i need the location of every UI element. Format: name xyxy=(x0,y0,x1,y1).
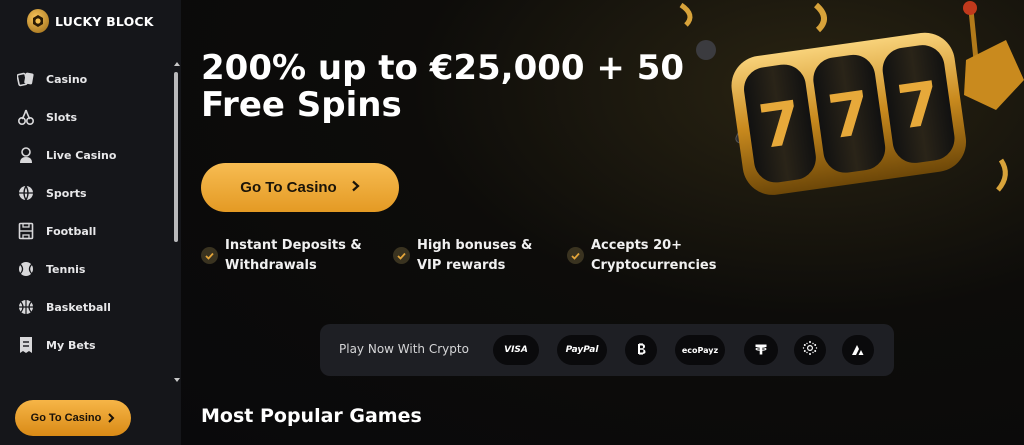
sidebar-item-label: Slots xyxy=(46,110,78,124)
football-pitch-icon xyxy=(16,221,36,241)
feature-line-1: Accepts 20+ xyxy=(591,238,683,253)
dealer-icon xyxy=(16,145,36,165)
paypal-logo-text: PayPal xyxy=(565,345,599,355)
sidebar-item-live-casino[interactable]: Live Casino xyxy=(0,136,172,174)
cards-icon xyxy=(16,69,36,89)
globe-icon xyxy=(16,183,36,203)
sidebar-go-to-casino-button[interactable]: Go To Casino xyxy=(15,400,131,436)
sidebar-nav: Casino Slots Live Casino Sports Football xyxy=(0,60,172,382)
feature-line-2: Cryptocurrencies xyxy=(591,258,717,273)
sidebar-item-casino[interactable]: Casino xyxy=(0,60,172,98)
feature-item: High bonuses & VIP rewards xyxy=(393,236,532,276)
bitcoin-icon xyxy=(635,341,647,360)
sidebar: LUCKY BLOCK Casino Slots Live Casino Spo… xyxy=(0,0,181,445)
sidebar-item-basketball[interactable]: Basketball xyxy=(0,288,172,326)
popular-games-title: Most Popular Games xyxy=(201,405,422,427)
feature-item: Accepts 20+ Cryptocurrencies xyxy=(567,236,716,276)
avalanche-pill[interactable] xyxy=(842,335,874,365)
avalanche-icon xyxy=(851,341,865,360)
sidebar-item-partial xyxy=(0,364,172,382)
bitcoin-pill[interactable] xyxy=(625,335,657,365)
tether-icon xyxy=(754,341,768,360)
hero-title-line-2: Free Spins xyxy=(201,85,402,126)
sidebar-item-sports[interactable]: Sports xyxy=(0,174,172,212)
chevron-right-icon xyxy=(107,411,115,426)
check-icon xyxy=(201,247,218,264)
cherries-icon xyxy=(16,107,36,127)
ecopayz-pill[interactable]: ecoPayz xyxy=(675,335,725,365)
feature-line-2: Withdrawals xyxy=(225,258,317,273)
chevron-right-icon xyxy=(351,180,360,195)
sidebar-item-label: Live Casino xyxy=(46,148,117,162)
partial-icon xyxy=(16,373,36,382)
cardano-pill[interactable] xyxy=(794,335,826,365)
hero-title: 200% up to €25,000 + 50 Free Spins xyxy=(201,48,721,126)
visa-pill[interactable]: VISA xyxy=(493,335,539,365)
feature-text: High bonuses & VIP rewards xyxy=(417,236,532,276)
cardano-icon xyxy=(802,340,818,360)
feature-text: Accepts 20+ Cryptocurrencies xyxy=(591,236,716,276)
check-icon xyxy=(567,247,584,264)
sidebar-item-label: Sports xyxy=(46,186,87,200)
scroll-down-arrow-icon[interactable] xyxy=(174,378,180,382)
logo[interactable]: LUCKY BLOCK xyxy=(27,9,154,33)
sidebar-item-label: My Bets xyxy=(46,338,96,352)
paypal-pill[interactable]: PayPal xyxy=(557,335,607,365)
go-to-casino-button[interactable]: Go To Casino xyxy=(201,163,399,212)
sidebar-item-slots[interactable]: Slots xyxy=(0,98,172,136)
tennis-ball-icon xyxy=(16,259,36,279)
sidebar-item-tennis[interactable]: Tennis xyxy=(0,250,172,288)
scrollbar-thumb[interactable] xyxy=(174,72,178,242)
feature-line-1: High bonuses & xyxy=(417,238,533,253)
go-to-casino-label: Go To Casino xyxy=(240,179,337,196)
lion-logo-icon xyxy=(27,9,49,33)
visa-logo-text: VISA xyxy=(504,345,528,355)
feature-text: Instant Deposits & Withdrawals xyxy=(225,236,362,276)
logo-text: LUCKY BLOCK xyxy=(55,13,154,29)
check-icon xyxy=(393,247,410,264)
sidebar-item-football[interactable]: Football xyxy=(0,212,172,250)
hero-title-line-1: 200% up to €25,000 + 50 xyxy=(201,48,685,88)
sidebar-item-label: Basketball xyxy=(46,300,111,314)
scroll-up-arrow-icon[interactable] xyxy=(174,62,180,66)
bet-slip-icon xyxy=(16,335,36,355)
feature-list: Instant Deposits & Withdrawals High bonu… xyxy=(201,236,761,278)
sidebar-scrollbar[interactable] xyxy=(174,62,180,382)
feature-line-2: VIP rewards xyxy=(417,258,506,273)
hero-section: 7 7 7 200% up to €25,000 + 50 Free Spins… xyxy=(181,0,1024,445)
feature-line-1: Instant Deposits & xyxy=(225,238,362,253)
sidebar-item-label: Football xyxy=(46,224,97,238)
tether-pill[interactable] xyxy=(744,335,778,365)
sidebar-item-label: Tennis xyxy=(46,262,86,276)
basketball-icon xyxy=(16,297,36,317)
payment-methods-label: Play Now With Crypto xyxy=(339,342,469,356)
sidebar-item-label: Casino xyxy=(46,72,88,86)
sidebar-cta-label: Go To Casino xyxy=(30,412,102,424)
feature-item: Instant Deposits & Withdrawals xyxy=(201,236,362,276)
payment-methods-bar: Play Now With Crypto VISA PayPal ecoPayz xyxy=(320,324,894,376)
ecopayz-logo-text: ecoPayz xyxy=(681,345,719,355)
sidebar-item-my-bets[interactable]: My Bets xyxy=(0,326,172,364)
